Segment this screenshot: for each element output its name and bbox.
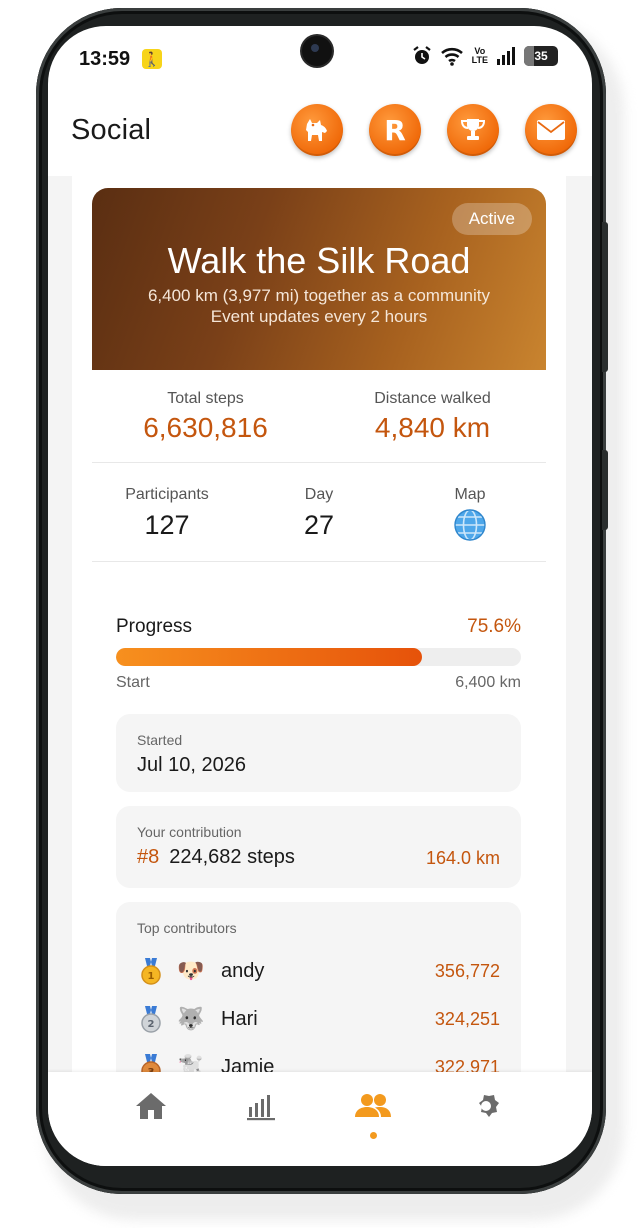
progress-fill: [116, 648, 423, 666]
event-subtitle: 6,400 km (3,977 mi) together as a commun…: [147, 286, 491, 326]
trophy-button[interactable]: [447, 104, 499, 156]
distance-value: 4,840 km: [374, 412, 491, 443]
bottom-nav: [48, 1072, 592, 1166]
contributor-name: Hari: [221, 1008, 258, 1030]
screen: 13:59 🚶 Vo LTE 35 Social R Active Walk t…: [48, 26, 592, 1166]
contributor-steps: 356,772: [434, 961, 500, 981]
divider: [92, 561, 546, 562]
map-label: Map: [454, 486, 486, 503]
svg-text:1: 1: [148, 971, 155, 982]
front-camera: [302, 36, 332, 66]
wolf-avatar-icon: 🐺: [177, 1006, 205, 1031]
home-icon: [136, 1093, 166, 1119]
nav-home[interactable]: [127, 1086, 175, 1126]
total-steps-value: 6,630,816: [143, 412, 268, 443]
top-contributors-caption: Top contributors: [137, 920, 237, 936]
day-label: Day: [304, 486, 334, 503]
gold-medal-icon: 1: [141, 958, 161, 985]
contribution-steps: 224,682 steps: [169, 846, 295, 868]
globe-icon: [454, 509, 486, 541]
dog-button[interactable]: [291, 104, 343, 156]
top-contributors-panel: Top contributors 1 🐶 andy 356,772 2 🐺 Ha…: [116, 902, 521, 1072]
event-title: Walk the Silk Road: [167, 240, 471, 281]
contributor-steps: 324,251: [434, 1009, 500, 1029]
stats-icon: [247, 1095, 275, 1121]
contributor-name: Jamie: [221, 1056, 275, 1072]
page-title: Social: [71, 114, 152, 146]
white-dog-avatar-icon: 🐩: [177, 1054, 205, 1072]
total-steps-label: Total steps: [167, 390, 244, 407]
svg-text:2: 2: [148, 1019, 155, 1030]
nav-social[interactable]: [349, 1086, 397, 1126]
distance-label: Distance walked: [374, 390, 491, 407]
status-icons: Vo LTE 35: [412, 46, 558, 66]
event-card[interactable]: Active Walk the Silk Road 6,400 km (3,97…: [72, 176, 566, 1072]
volte-indicator: Vo LTE: [471, 46, 488, 65]
contributor-steps: 322,971: [434, 1057, 500, 1072]
progress-start-label: Start: [116, 674, 150, 691]
contribution-rank: #8: [137, 846, 160, 868]
mail-button[interactable]: [525, 104, 577, 156]
mail-icon: [537, 120, 565, 140]
rank-r-icon: R: [384, 113, 406, 147]
social-icon: [355, 1094, 391, 1117]
volume-button: [602, 222, 608, 372]
progress-label: Progress: [116, 616, 193, 637]
day-value: 27: [303, 510, 335, 540]
settings-icon: [479, 1092, 499, 1117]
participants-label: Participants: [125, 486, 209, 503]
list-item[interactable]: 2 🐺 Hari 324,251: [116, 1000, 521, 1040]
list-item[interactable]: 1 🐶 andy 356,772: [116, 952, 521, 992]
walking-person-icon: 🚶: [142, 49, 162, 69]
contribution-km: 164.0 km: [425, 848, 500, 868]
event-banner: Active Walk the Silk Road 6,400 km (3,97…: [92, 188, 546, 370]
battery-icon: 35: [524, 46, 558, 66]
progress-end-label: 6,400 km: [455, 674, 521, 691]
nav-stats[interactable]: [237, 1086, 285, 1126]
status-time: 13:59: [79, 48, 131, 70]
map-button[interactable]: [453, 508, 487, 542]
active-tab-indicator: [370, 1132, 377, 1139]
signal-icon: [497, 47, 515, 65]
contributor-name: andy: [221, 960, 265, 982]
silver-medal-icon: 2: [141, 1006, 161, 1033]
divider: [92, 462, 546, 463]
started-caption: Started: [137, 732, 183, 748]
power-button: [602, 450, 608, 530]
contribution-summary: #8 224,682 steps: [137, 846, 295, 869]
contribution-panel[interactable]: Your contribution #8 224,682 steps 164.0 …: [116, 806, 521, 888]
progress-bar: [116, 648, 521, 666]
dog-icon: [306, 119, 327, 141]
alarm-icon: [412, 46, 431, 64]
wifi-icon: [440, 47, 463, 66]
list-item[interactable]: 3 🐩 Jamie 322,971: [116, 1048, 521, 1072]
nav-settings[interactable]: [462, 1086, 510, 1126]
bronze-medal-icon: 3: [141, 1054, 161, 1072]
progress-percent: 75.6%: [467, 616, 521, 637]
started-panel: Started Jul 10, 2026: [116, 714, 521, 792]
contribution-caption: Your contribution: [137, 824, 242, 840]
participants-value: 127: [144, 510, 190, 540]
started-date: Jul 10, 2026: [137, 754, 246, 776]
rank-button[interactable]: R: [369, 104, 421, 156]
status-badge: Active: [451, 203, 532, 235]
trophy-icon: [460, 119, 486, 140]
puppy-avatar-icon: 🐶: [177, 958, 205, 983]
